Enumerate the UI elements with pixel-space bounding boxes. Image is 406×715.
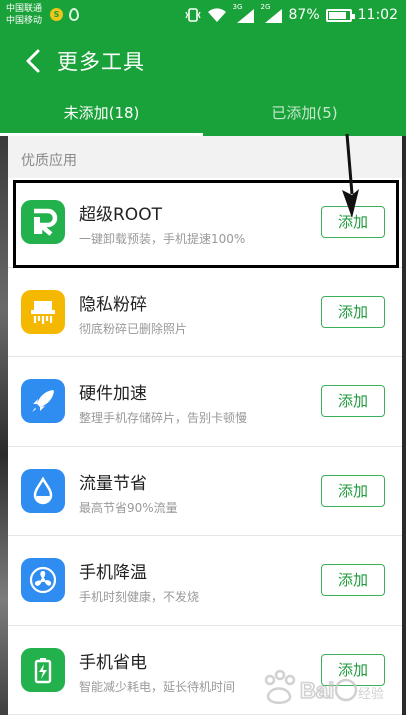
item-description: 彻底粉碎已删除照片 <box>79 321 188 336</box>
signal-2g-icon: 2G <box>261 3 283 24</box>
add-button[interactable]: 添加 <box>321 295 385 328</box>
item-title: 流量节省 <box>79 473 147 494</box>
vibrate-icon <box>184 8 201 22</box>
svg-text:Bai: Bai <box>300 678 334 703</box>
item-description: 整理手机存储碎片，告别卡顿慢 <box>79 411 248 425</box>
app-bar: 更多工具 <box>0 32 406 90</box>
list-item-privacy-shred[interactable]: 隐私粉碎 彻底粉碎已删除照片 添加 <box>8 267 402 357</box>
battery-icon <box>21 647 65 692</box>
water-drop-icon <box>21 468 65 513</box>
notification-badge-icon: S <box>50 8 63 21</box>
carrier-1: 中国联通 <box>6 4 43 14</box>
annotation-arrow-icon <box>342 133 359 218</box>
water-notification-icon <box>69 8 79 21</box>
add-button[interactable]: 添加 <box>321 564 385 596</box>
wifi-icon <box>207 8 226 22</box>
item-title: 手机省电 <box>79 652 147 673</box>
section-label: 优质应用 <box>21 153 77 169</box>
battery-percentage: 87% <box>288 7 320 23</box>
item-description: 最高节省90%流量 <box>79 500 178 515</box>
item-description: 手机时刻健康，不发烧 <box>79 590 200 604</box>
carrier-2: 中国移动 <box>6 16 43 26</box>
item-title: 硬件加速 <box>79 384 147 404</box>
status-bar: 中国联通 中国移动 S 3G 2G 87% 11:02 <box>0 0 406 32</box>
item-title: 隐私粉碎 <box>79 294 147 315</box>
page-title: 更多工具 <box>57 50 145 74</box>
clock: 11:02 <box>357 7 398 23</box>
add-button[interactable]: 添加 <box>321 474 385 507</box>
back-arrow-icon[interactable] <box>22 48 46 74</box>
item-title: 手机降温 <box>79 563 147 583</box>
shredder-icon <box>21 289 65 334</box>
tab-bar: 未添加(18) 已添加(5) <box>0 90 406 136</box>
signal-3g-icon: 3G <box>233 3 255 24</box>
rocket-icon <box>21 379 65 423</box>
fan-icon <box>21 558 65 602</box>
baidu-watermark-logo: Bai 经验 <box>264 669 384 704</box>
tab-added[interactable]: 已添加(5) <box>203 90 406 136</box>
item-description: 智能减少耗电，延长待机时间 <box>79 679 236 694</box>
tab-not-added[interactable]: 未添加(18) <box>0 90 203 136</box>
carrier-labels: 中国联通 中国移动 <box>6 3 42 27</box>
background-strip-left <box>0 136 8 715</box>
battery-icon <box>325 8 355 22</box>
svg-text:经验: 经验 <box>358 686 384 701</box>
list-item-phone-cooling[interactable]: 手机降温 手机时刻健康，不发烧 添加 <box>8 536 402 626</box>
list-item-hardware-boost[interactable]: 硬件加速 整理手机存储碎片，告别卡顿慢 添加 <box>8 357 402 447</box>
background-strip-right <box>402 136 406 715</box>
add-button[interactable]: 添加 <box>321 385 385 417</box>
list-item-data-saver[interactable]: 流量节省 最高节省90%流量 添加 <box>8 446 402 536</box>
